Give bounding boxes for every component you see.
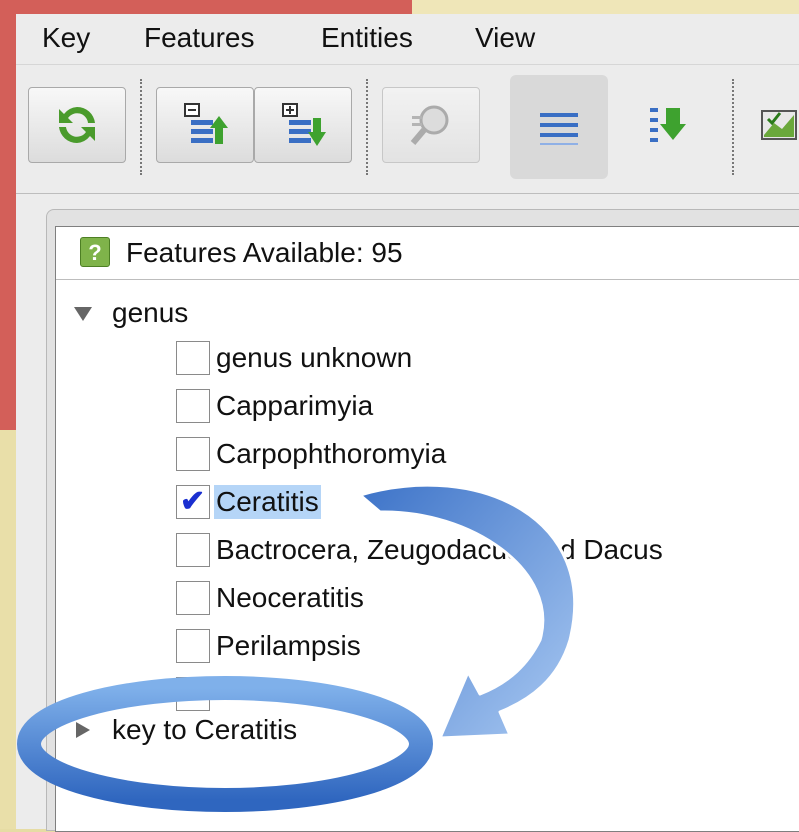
tree-node-key-to-ceratitis[interactable]: key to Ceratitis xyxy=(112,712,297,748)
collapse-up-icon xyxy=(184,103,228,144)
background-cream xyxy=(0,430,16,829)
checkbox-bactrocera[interactable] xyxy=(176,533,210,567)
menu-entities[interactable]: Entities xyxy=(321,22,413,54)
toolbar-separator xyxy=(732,79,734,175)
chart-button[interactable] xyxy=(756,87,799,163)
restart-button[interactable] xyxy=(28,87,126,163)
features-available-label: Features Available: 95 xyxy=(126,237,403,268)
features-header: ? Features Available: 95 xyxy=(56,227,799,280)
list-lines-icon xyxy=(540,113,578,145)
option-label: Capparimyia xyxy=(216,390,374,421)
view-remaining-button[interactable] xyxy=(620,87,718,163)
find-button[interactable] xyxy=(382,87,480,163)
checkbox-ceratitis[interactable]: ✔ xyxy=(176,485,210,519)
option-label: Neoceratitis xyxy=(216,582,364,613)
features-panel: ? Features Available: 95 genus genus unk… xyxy=(46,209,799,832)
option-label-selected: Ceratitis xyxy=(214,485,321,519)
checkbox-perilampsis[interactable] xyxy=(176,629,210,663)
list-down-icon xyxy=(650,108,686,142)
option-label: Perilampsis xyxy=(216,630,361,661)
view-all-button[interactable] xyxy=(510,75,608,179)
search-magnifier-icon xyxy=(410,105,449,145)
option-label: Bactrocera, Zeugodacus and Dacus xyxy=(216,534,663,565)
menu-bar: Key Features Entities View xyxy=(16,14,799,65)
option-label: genus unknown xyxy=(216,342,413,373)
help-icon[interactable]: ? xyxy=(80,237,110,267)
collapse-all-button[interactable] xyxy=(156,87,254,163)
toolbar-separator xyxy=(366,79,368,175)
checkbox-hidden[interactable] xyxy=(176,677,210,711)
toolbar xyxy=(16,65,799,194)
checkmark-icon: ✔ xyxy=(180,485,206,518)
menu-features[interactable]: Features xyxy=(144,22,255,54)
toolbar-separator xyxy=(140,79,142,175)
expand-down-icon xyxy=(282,103,326,146)
chart-icon xyxy=(761,110,797,140)
checkbox-genus-unknown[interactable] xyxy=(176,341,210,375)
checkbox-neoceratitis[interactable] xyxy=(176,581,210,615)
background-cream xyxy=(412,0,799,14)
expand-triangle-icon[interactable] xyxy=(74,307,92,321)
menu-view[interactable]: View xyxy=(475,22,535,54)
refresh-icon xyxy=(59,106,95,144)
expand-all-button[interactable] xyxy=(254,87,352,163)
features-tree: ? Features Available: 95 genus genus unk… xyxy=(55,226,799,832)
checkbox-carpophthoromyia[interactable] xyxy=(176,437,210,471)
menu-key[interactable]: Key xyxy=(42,22,90,54)
collapsed-triangle-icon[interactable] xyxy=(76,722,90,738)
checkbox-capparimyia[interactable] xyxy=(176,389,210,423)
app-window: Key Features Entities View ? Features Av… xyxy=(16,14,799,832)
tree-node-genus[interactable]: genus xyxy=(112,295,188,331)
option-label: Carpophthoromyia xyxy=(216,438,447,469)
